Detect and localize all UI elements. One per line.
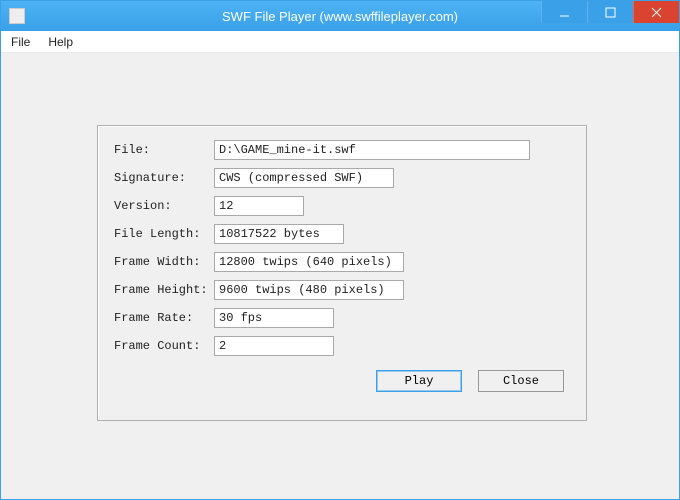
row-frame-count: Frame Count: 2 (114, 336, 570, 356)
field-frame-rate[interactable]: 30 fps (214, 308, 334, 328)
label-signature: Signature: (114, 171, 214, 185)
maximize-icon (605, 7, 616, 18)
client-area: File: D:\GAME_mine-it.swf Signature: CWS… (1, 53, 679, 499)
row-version: Version: 12 (114, 196, 570, 216)
menu-file[interactable]: File (11, 35, 30, 49)
label-version: Version: (114, 199, 214, 213)
minimize-icon (559, 7, 570, 18)
label-frame-width: Frame Width: (114, 255, 214, 269)
label-file-length: File Length: (114, 227, 214, 241)
field-file[interactable]: D:\GAME_mine-it.swf (214, 140, 530, 160)
row-file: File: D:\GAME_mine-it.swf (114, 140, 570, 160)
row-file-length: File Length: 10817522 bytes (114, 224, 570, 244)
menu-help[interactable]: Help (48, 35, 73, 49)
label-frame-count: Frame Count: (114, 339, 214, 353)
menu-bar: File Help (1, 31, 679, 53)
minimize-button[interactable] (541, 1, 587, 23)
label-file: File: (114, 143, 214, 157)
window-title: SWF File Player (www.swffileplayer.com) (222, 9, 458, 24)
field-frame-height[interactable]: 9600 twips (480 pixels) (214, 280, 404, 300)
app-icon (9, 8, 25, 24)
field-signature[interactable]: CWS (compressed SWF) (214, 168, 394, 188)
row-frame-width: Frame Width: 12800 twips (640 pixels) (114, 252, 570, 272)
field-frame-count[interactable]: 2 (214, 336, 334, 356)
label-frame-height: Frame Height: (114, 283, 214, 297)
window-controls (541, 1, 679, 23)
play-button[interactable]: Play (376, 370, 462, 392)
maximize-button[interactable] (587, 1, 633, 23)
row-frame-height: Frame Height: 9600 twips (480 pixels) (114, 280, 570, 300)
close-window-button[interactable] (633, 1, 679, 23)
field-version[interactable]: 12 (214, 196, 304, 216)
info-panel: File: D:\GAME_mine-it.swf Signature: CWS… (97, 125, 587, 421)
field-frame-width[interactable]: 12800 twips (640 pixels) (214, 252, 404, 272)
row-signature: Signature: CWS (compressed SWF) (114, 168, 570, 188)
label-frame-rate: Frame Rate: (114, 311, 214, 325)
title-bar: SWF File Player (www.swffileplayer.com) (1, 1, 679, 31)
close-button[interactable]: Close (478, 370, 564, 392)
field-file-length[interactable]: 10817522 bytes (214, 224, 344, 244)
close-icon (651, 7, 662, 18)
button-row: Play Close (114, 370, 570, 392)
row-frame-rate: Frame Rate: 30 fps (114, 308, 570, 328)
